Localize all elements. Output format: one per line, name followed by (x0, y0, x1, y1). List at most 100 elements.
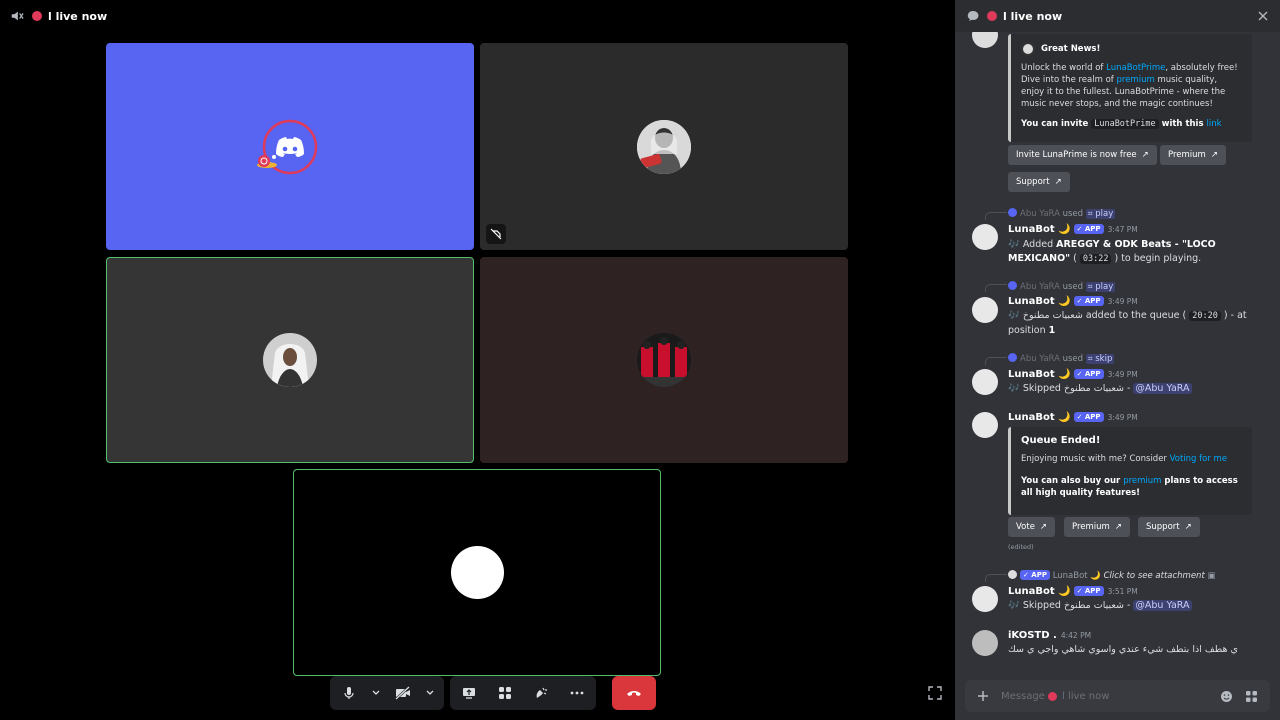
embed-great-news: Great News! Unlock the world of LunaBotP… (1008, 34, 1252, 142)
emoji-icon[interactable] (1220, 690, 1233, 703)
avatar[interactable] (972, 297, 998, 323)
av-controls (330, 676, 444, 710)
reply-preview[interactable]: ✓ APP LunaBot 🌙 Click to see attachment … (1008, 570, 1216, 581)
message-header: LunaBot 🌙 ✓ APP 3:49 PM (1008, 296, 1138, 307)
hang-up-icon (627, 691, 641, 696)
edited-label: (edited) (1008, 543, 1034, 551)
microphone-icon (344, 687, 354, 699)
close-icon[interactable] (1258, 11, 1268, 21)
chat-header: l live now (955, 0, 1280, 32)
reply-preview[interactable]: Abu YaRA used ⌗ play (1008, 281, 1116, 292)
lunabotprime-link[interactable]: LunaBotPrime (1106, 63, 1165, 73)
apps-icon[interactable] (1245, 690, 1258, 703)
avatar (972, 32, 998, 48)
live-dot-icon (1048, 691, 1058, 701)
embed-line2: You can also buy our premium plans to ac… (1021, 476, 1238, 498)
premium-button[interactable]: Premium ↗ (1064, 517, 1130, 537)
user-avatar-icon (263, 333, 317, 387)
message-content: 🎶 Skipped شعبيات مطنوخ - @Abu YaRA (1008, 383, 1192, 394)
video-tile-3[interactable] (106, 257, 474, 463)
embed-queue-ended: Queue Ended! Enjoying music with me? Con… (1008, 427, 1252, 515)
video-tile-self[interactable] (293, 469, 661, 676)
external-link-icon: ↗ (1054, 177, 1062, 187)
reply-preview[interactable]: Abu YaRA used ⌗ play (1008, 208, 1116, 219)
chat-title: l live now (1003, 9, 1063, 23)
message-content: 🎶 شعبيات مطنوخ added to the queue ( 20:2… (1008, 310, 1247, 321)
chat-bubble-icon (967, 10, 979, 21)
video-tile-1[interactable] (106, 43, 474, 250)
bot-icon (1021, 42, 1035, 56)
call-controls (330, 676, 656, 710)
activities-button[interactable] (494, 682, 516, 704)
message-header: LunaBot 🌙 ✓ APP 3:49 PM (1008, 369, 1138, 380)
avatar (637, 333, 691, 387)
avatar[interactable] (972, 224, 998, 250)
chevron-down-icon (426, 690, 434, 695)
video-tile-2[interactable] (480, 43, 848, 250)
avatar[interactable] (972, 630, 998, 656)
mention[interactable]: @Abu YaRA (1133, 600, 1192, 611)
share-screen-button[interactable] (458, 682, 480, 704)
camera-off-icon (395, 686, 410, 700)
disconnect-button[interactable] (612, 676, 656, 710)
add-attachment-icon[interactable] (977, 690, 989, 702)
more-options-button[interactable] (566, 682, 588, 704)
external-link-icon: ↗ (1141, 150, 1149, 160)
avatar[interactable] (972, 412, 998, 438)
soundboard-icon (536, 687, 547, 698)
image-icon: ▣ (1207, 571, 1216, 581)
more-icon (570, 691, 584, 695)
vote-button[interactable]: Vote ↗ (1008, 517, 1056, 537)
external-link-icon: ↗ (1114, 522, 1122, 532)
message-input[interactable]: Message l live now (1001, 691, 1220, 702)
snail-icon (257, 154, 277, 168)
user-avatar-icon (637, 333, 691, 387)
embed-title: Queue Ended! (1021, 435, 1101, 446)
message-composer[interactable]: Message l live now (965, 680, 1270, 712)
user-avatar-icon (637, 119, 691, 174)
premium-button[interactable]: Premium ↗ (1160, 145, 1226, 165)
speaker-icon[interactable] (10, 9, 24, 23)
reply-preview[interactable]: Abu YaRA used ⌗ skip (1008, 353, 1115, 364)
camera-options-button[interactable] (424, 682, 436, 704)
support-button[interactable]: Support ↗ (1008, 172, 1070, 192)
message-content-line2: position 1 (1008, 325, 1056, 336)
call-title: l live now (48, 9, 108, 23)
avatar[interactable] (972, 369, 998, 395)
avatar (450, 546, 504, 599)
message-header: iKOSTD . 4:42 PM (1008, 630, 1092, 641)
microphone-options-button[interactable] (370, 682, 382, 704)
video-off-icon (486, 224, 506, 244)
video-tile-4[interactable] (480, 257, 848, 463)
avatar (637, 119, 691, 174)
screen-share-icon (463, 688, 475, 699)
message-content: 🎶 Skipped شعبيات مطنوخ - @Abu YaRA (1008, 600, 1192, 611)
microphone-button[interactable] (338, 682, 360, 704)
message-header: LunaBot 🌙 ✓ APP 3:49 PM (1008, 412, 1138, 423)
app: l live now l live now Great News! Unlock… (0, 0, 1280, 720)
message-list: Great News! Unlock the world of LunaBotP… (955, 32, 1280, 672)
embed-line1: Enjoying music with me? Consider Voting … (1021, 454, 1228, 464)
live-dot-icon (32, 11, 42, 21)
embed-title: Great News! (1041, 44, 1101, 54)
external-link-icon: ↗ (1184, 522, 1192, 532)
call-topbar: l live now (0, 0, 955, 32)
external-link-icon: ↗ (1039, 522, 1048, 532)
invite-button[interactable]: Invite LunaPrime is now free ↗ (1008, 145, 1157, 165)
invite-link[interactable]: link (1207, 119, 1222, 129)
support-button[interactable]: Support ↗ (1138, 517, 1200, 537)
camera-button[interactable] (392, 682, 414, 704)
fullscreen-icon[interactable] (928, 686, 942, 700)
premium-link[interactable]: premium (1117, 75, 1155, 85)
vote-link[interactable]: Voting for me (1170, 454, 1227, 464)
avatar (263, 333, 317, 387)
message-content: 🎶 Added AREGGY & ODK Beats - "LOCO MEXIC… (1008, 239, 1216, 264)
embed-invite-line: You can invite LunaBotPrime with this li… (1021, 119, 1222, 129)
message-header: LunaBot 🌙 ✓ APP 3:47 PM (1008, 224, 1138, 235)
mention[interactable]: @Abu YaRA (1133, 383, 1192, 394)
live-dot-icon (987, 11, 997, 21)
premium-link[interactable]: premium (1123, 476, 1161, 486)
avatar (257, 119, 318, 175)
avatar[interactable] (972, 586, 998, 612)
soundboard-button[interactable] (530, 682, 552, 704)
